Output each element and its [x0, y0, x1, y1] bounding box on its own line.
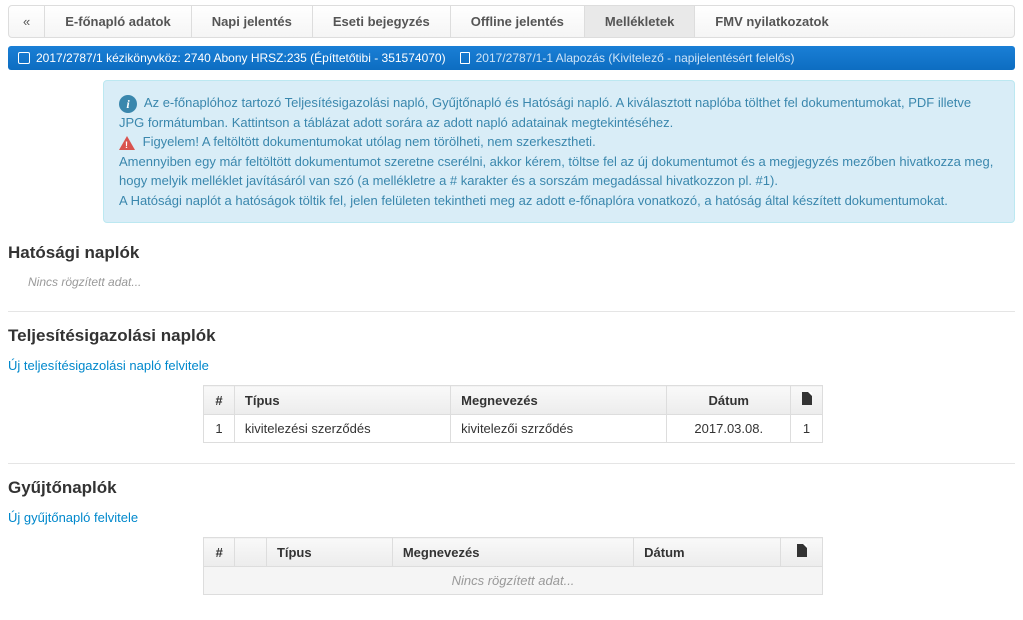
tab-offline-jelentes[interactable]: Offline jelentés	[451, 6, 585, 37]
document-icon	[802, 392, 812, 405]
col-datum: Dátum	[667, 386, 791, 415]
book-icon	[18, 52, 30, 64]
cell-num: 1	[204, 415, 235, 443]
col-num: #	[204, 538, 235, 567]
col-blank	[235, 538, 266, 567]
breadcrumb-sub: 2017/2787/1-1 Alapozás (Kivitelező - nap…	[476, 51, 795, 65]
info-text-1: Az e-főnaplóhoz tartozó Teljesítésigazol…	[119, 95, 971, 130]
info-icon: i	[119, 95, 137, 113]
section-gyujto: Gyűjtőnaplók Új gyűjtőnapló felvitele # …	[8, 478, 1015, 595]
breadcrumb: 2017/2787/1 kézikönyvköz: 2740 Abony HRS…	[8, 46, 1015, 70]
table-row[interactable]: 1 kivitelezési szerződés kivitelezői szr…	[204, 415, 823, 443]
main-tabs: « E-főnapló adatok Napi jelentés Eseti b…	[8, 5, 1015, 38]
tab-efonaplo-adatok[interactable]: E-főnapló adatok	[45, 6, 191, 37]
tab-collapse[interactable]: «	[9, 6, 45, 37]
cell-datum: 2017.03.08.	[667, 415, 791, 443]
col-doc	[791, 386, 823, 415]
cell-megnevezes: kivitelezői szrződés	[451, 415, 667, 443]
info-warning: Figyelem! A feltöltött dokumentumokat ut…	[143, 134, 596, 149]
breadcrumb-main: 2017/2787/1 kézikönyvköz: 2740 Abony HRS…	[36, 51, 446, 65]
section-title-hatosagi: Hatósági naplók	[8, 243, 1015, 263]
col-doc	[781, 538, 823, 567]
document-icon	[797, 544, 807, 557]
tab-mellekletek[interactable]: Mellékletek	[585, 6, 695, 37]
section-teljesites: Teljesítésigazolási naplók Új teljesítés…	[8, 326, 1015, 443]
cell-count: 1	[791, 415, 823, 443]
col-tipus: Típus	[234, 386, 450, 415]
gyujto-empty: Nincs rögzített adat...	[204, 567, 823, 595]
table-header-row: # Típus Megnevezés Dátum	[204, 538, 823, 567]
col-megnevezes: Megnevezés	[392, 538, 633, 567]
hatosagi-empty: Nincs rögzített adat...	[28, 275, 1015, 289]
tab-fmv-nyilatkozatok[interactable]: FMV nyilatkozatok	[695, 6, 848, 37]
table-header-row: # Típus Megnevezés Dátum	[204, 386, 823, 415]
divider	[8, 463, 1015, 464]
info-text-3: A Hatósági naplót a hatóságok töltik fel…	[119, 191, 999, 211]
divider	[8, 311, 1015, 312]
table-empty-row: Nincs rögzített adat...	[204, 567, 823, 595]
info-panel: i Az e-főnaplóhoz tartozó Teljesítésigaz…	[103, 80, 1015, 223]
tab-eseti-bejegyzes[interactable]: Eseti bejegyzés	[313, 6, 451, 37]
col-megnevezes: Megnevezés	[451, 386, 667, 415]
col-datum: Dátum	[634, 538, 781, 567]
cell-tipus: kivitelezési szerződés	[234, 415, 450, 443]
section-title-gyujto: Gyűjtőnaplók	[8, 478, 1015, 498]
col-tipus: Típus	[266, 538, 392, 567]
file-icon	[460, 52, 470, 64]
warning-icon	[119, 136, 135, 150]
section-title-teljesites: Teljesítésigazolási naplók	[8, 326, 1015, 346]
col-num: #	[204, 386, 235, 415]
gyujto-table: # Típus Megnevezés Dátum Nincs rögzített…	[203, 537, 823, 595]
tab-napi-jelentes[interactable]: Napi jelentés	[192, 6, 313, 37]
section-hatosagi: Hatósági naplók Nincs rögzített adat...	[8, 243, 1015, 289]
add-gyujto-link[interactable]: Új gyűjtőnapló felvitele	[8, 510, 138, 525]
info-text-2: Amennyiben egy már feltöltött dokumentum…	[119, 152, 999, 191]
teljesites-table: # Típus Megnevezés Dátum 1 kivitelezési …	[203, 385, 823, 443]
add-teljesites-link[interactable]: Új teljesítésigazolási napló felvitele	[8, 358, 209, 373]
